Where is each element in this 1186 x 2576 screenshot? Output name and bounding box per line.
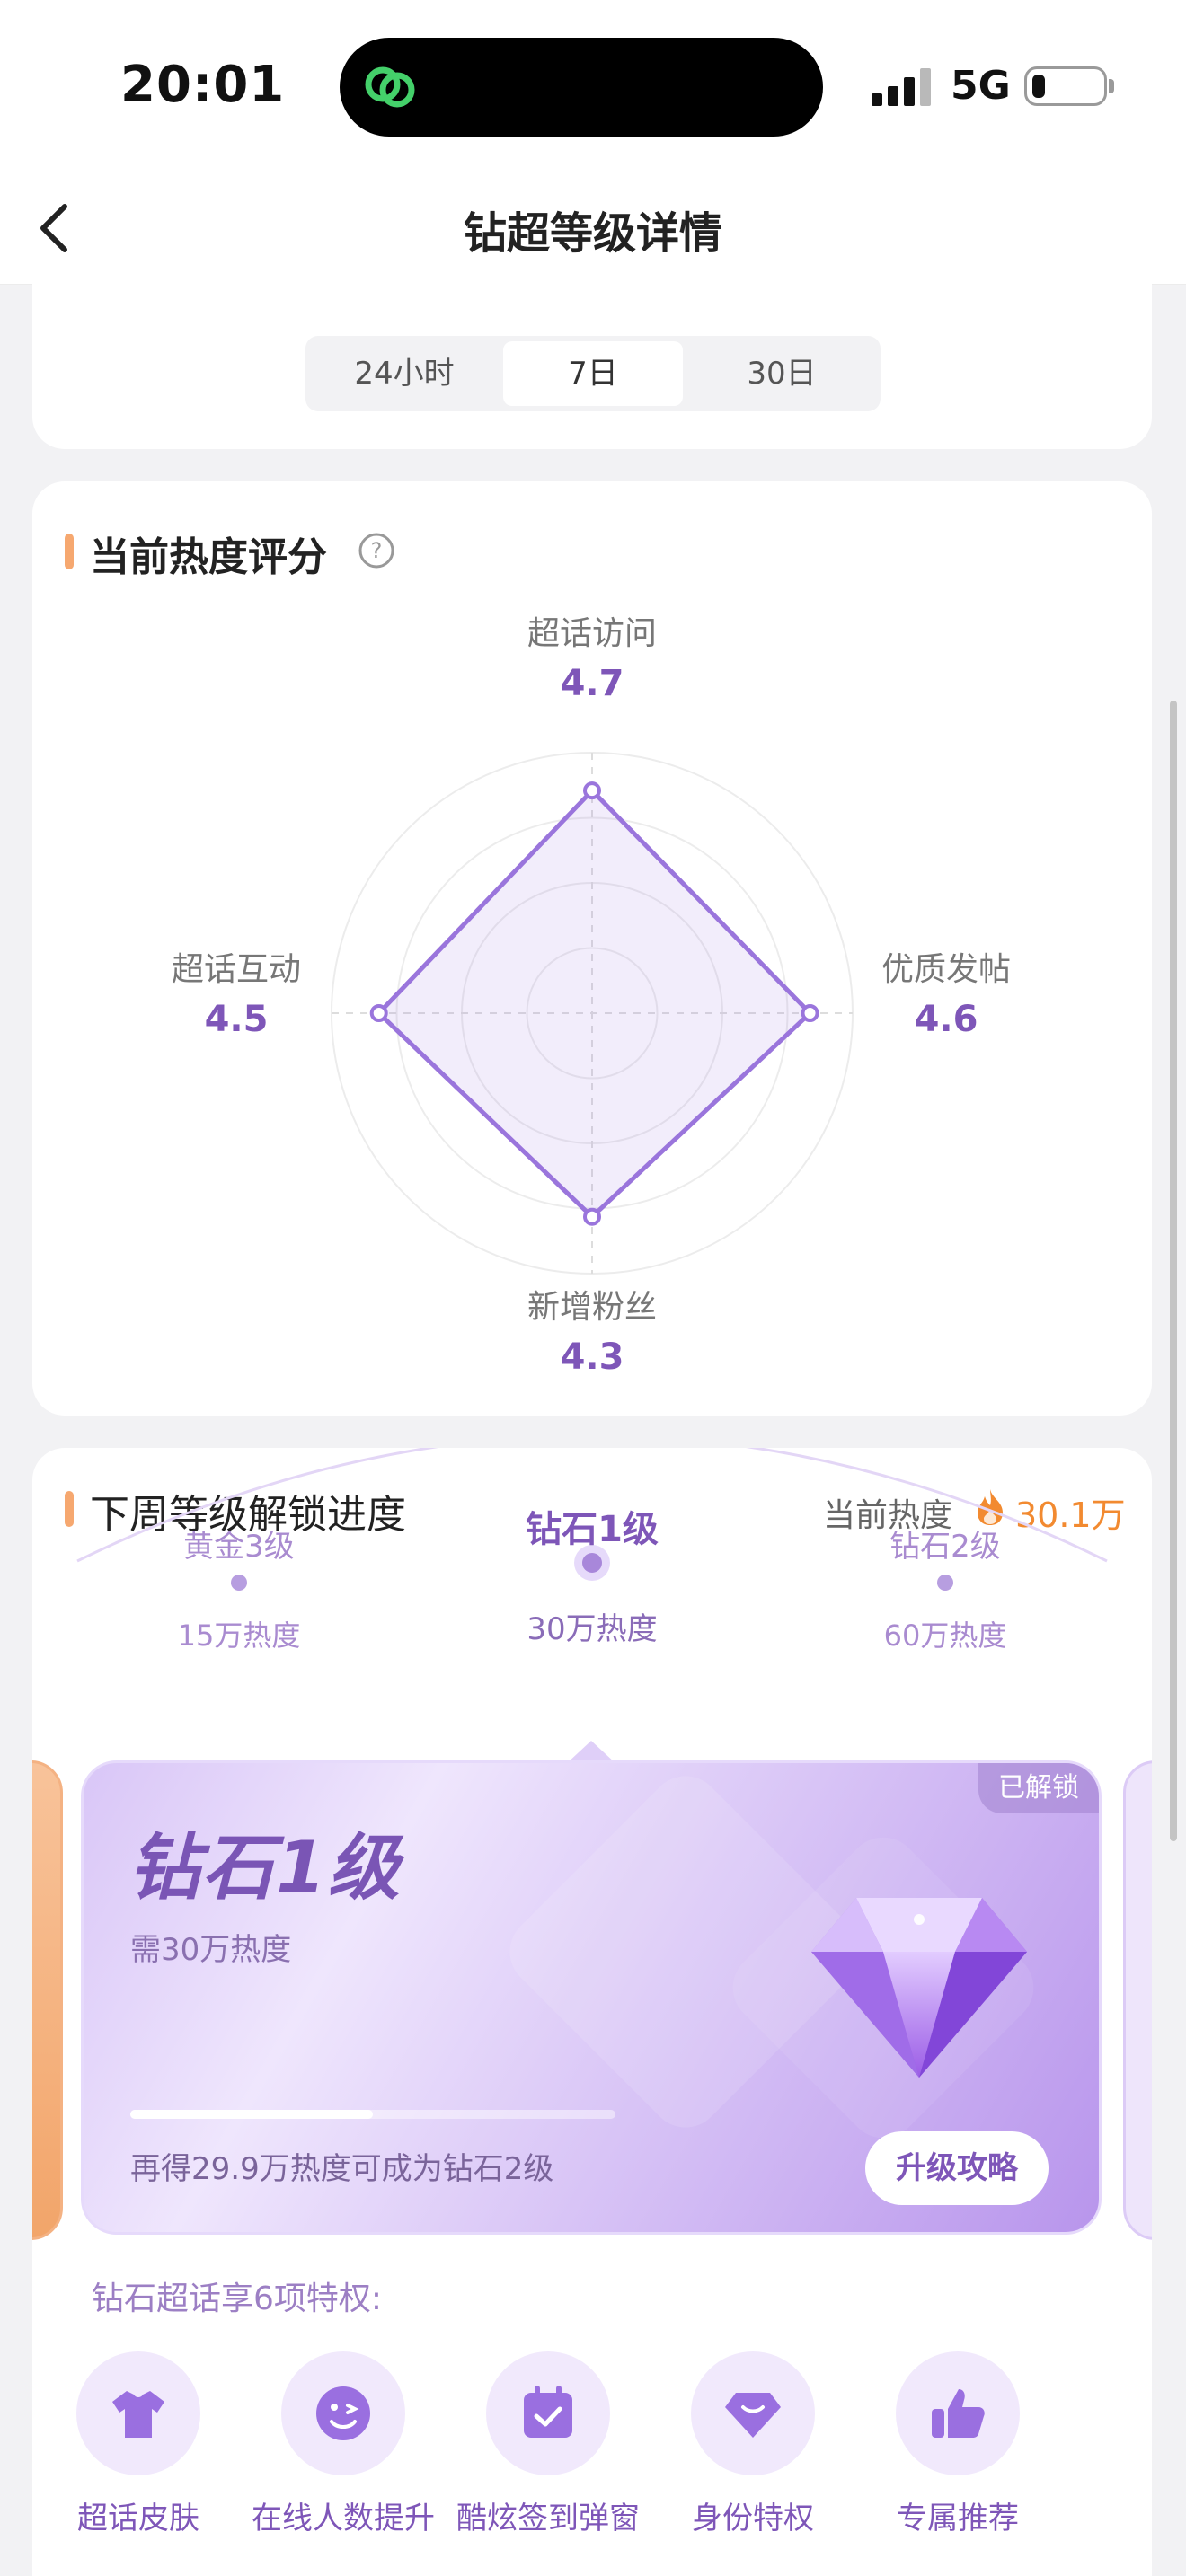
status-time: 20:01 <box>120 56 286 114</box>
battery-icon <box>1024 66 1107 106</box>
radar-area <box>376 788 813 1220</box>
unlock-progress-card: 下周等级解锁进度 当前热度 30.1万 黄金3级 15万热度 钻石1级 30万热… <box>32 1448 1152 2576</box>
level-name-current[interactable]: 钻石1级 <box>484 1500 700 1552</box>
trend-chart-card: · · · · · 24小时 7日 30日 <box>32 284 1152 449</box>
shirt-icon <box>112 2391 164 2438</box>
level-dot <box>231 1575 247 1591</box>
radar-label-top: 超话访问 4.7 <box>484 607 700 704</box>
metric-value: 4.7 <box>560 663 624 704</box>
next-level-card-peek[interactable] <box>1123 1760 1152 2240</box>
page-title: 钻超等级详情 <box>463 208 722 259</box>
privilege-label: 身份特权 <box>692 2501 814 2536</box>
metric-name: 优质发帖 <box>881 951 1011 988</box>
cellular-signal-icon <box>872 68 931 106</box>
level-progress-bar <box>130 2110 615 2119</box>
card-need-text: 需30万热度 <box>130 1932 292 1968</box>
privilege-label: 专属推荐 <box>897 2501 1019 2536</box>
link-app-icon <box>365 66 415 108</box>
thumbs-up-icon <box>932 2389 985 2438</box>
level-req-next: 60万热度 <box>883 1619 1007 1653</box>
radar-point <box>583 1207 601 1226</box>
privileges-title: 钻石超话享6项特权: <box>92 2280 383 2317</box>
network-type: 5G <box>951 63 1011 109</box>
privilege-label: 在线人数提升 <box>252 2501 435 2536</box>
radar-point <box>801 1004 819 1022</box>
prev-level-card-peek[interactable] <box>32 1760 63 2240</box>
remaining-heat-text: 再得29.9万热度可成为钻石2级 <box>130 2151 554 2187</box>
privilege-label: 酷炫签到弹窗 <box>456 2501 640 2536</box>
diamond-icon <box>811 1898 1027 2078</box>
level-progress-fill <box>130 2110 373 2119</box>
privilege-icon-bg <box>896 2351 1020 2475</box>
level-name-next[interactable]: 钻石2级 <box>837 1522 1053 1566</box>
metric-value: 4.3 <box>560 1337 624 1378</box>
range-segmented-control: 24小时 7日 30日 <box>305 336 881 411</box>
level-req-current: 30万热度 <box>527 1611 658 1647</box>
privilege-icon-bg <box>76 2351 200 2475</box>
radar-label-left: 超话互动 4.5 <box>128 943 344 1040</box>
privilege-item[interactable]: 身份特权 <box>645 2351 861 2537</box>
level-req-prev: 15万热度 <box>177 1619 301 1653</box>
dynamic-island <box>340 38 823 137</box>
date-tick: · <box>575 284 584 288</box>
date-tick: · <box>273 284 282 288</box>
metric-name: 新增粉丝 <box>527 1289 657 1326</box>
battery-level <box>1032 75 1045 98</box>
gem-icon <box>725 2393 781 2438</box>
scrollbar[interactable] <box>1170 701 1177 1841</box>
level-dot-current <box>582 1553 602 1573</box>
hidden-date-axis: · · · · · <box>32 284 1152 293</box>
privilege-icon-bg <box>486 2351 610 2475</box>
battery-cap <box>1109 79 1114 93</box>
privilege-icon-bg <box>281 2351 405 2475</box>
metric-name: 超话互动 <box>171 951 301 988</box>
privilege-item[interactable]: 超话皮肤 <box>32 2351 246 2537</box>
upgrade-guide-button[interactable]: 升级攻略 <box>865 2131 1049 2205</box>
privilege-item[interactable]: 专属推荐 <box>850 2351 1066 2537</box>
metric-value: 4.6 <box>914 999 978 1040</box>
level-card: 已解锁 钻石1级 需30万热度 再得29.9万热度可成为钻石2级 升级攻略 <box>81 1760 1102 2235</box>
metric-value: 4.5 <box>204 999 269 1040</box>
range-option-7d[interactable]: 7日 <box>503 341 683 406</box>
privilege-label: 超话皮肤 <box>77 2501 199 2536</box>
nav-bar: 钻超等级详情 <box>0 171 1186 285</box>
privilege-item[interactable]: 酷炫签到弹窗 <box>440 2351 656 2537</box>
radar-point <box>583 781 601 800</box>
radar-point <box>369 1004 388 1022</box>
unlocked-badge: 已解锁 <box>978 1763 1099 1813</box>
radar-label-right: 优质发帖 4.6 <box>838 943 1054 1040</box>
date-tick: · <box>877 284 886 288</box>
status-bar: 20:01 5G <box>0 0 1186 171</box>
privilege-icon-bg <box>691 2351 815 2475</box>
smile-icon <box>316 2386 370 2440</box>
date-tick: · <box>424 284 433 288</box>
card-level-name: 钻石1级 <box>128 1826 402 1910</box>
level-dot <box>937 1575 953 1591</box>
metric-name: 超话访问 <box>527 615 657 652</box>
calendar-check-icon <box>524 2386 572 2438</box>
privilege-item[interactable]: 在线人数提升 <box>235 2351 451 2537</box>
level-name-prev[interactable]: 黄金3级 <box>131 1522 347 1566</box>
radar-label-bottom: 新增粉丝 4.3 <box>484 1281 700 1378</box>
range-option-30d[interactable]: 30日 <box>692 341 872 406</box>
date-tick: · <box>726 284 735 288</box>
range-option-24h[interactable]: 24小时 <box>314 341 494 406</box>
heat-score-card: 当前热度评分 ? 超话访问 4.7 优质发帖 4.6 新增粉丝 4.3 超话互动… <box>32 481 1152 1416</box>
